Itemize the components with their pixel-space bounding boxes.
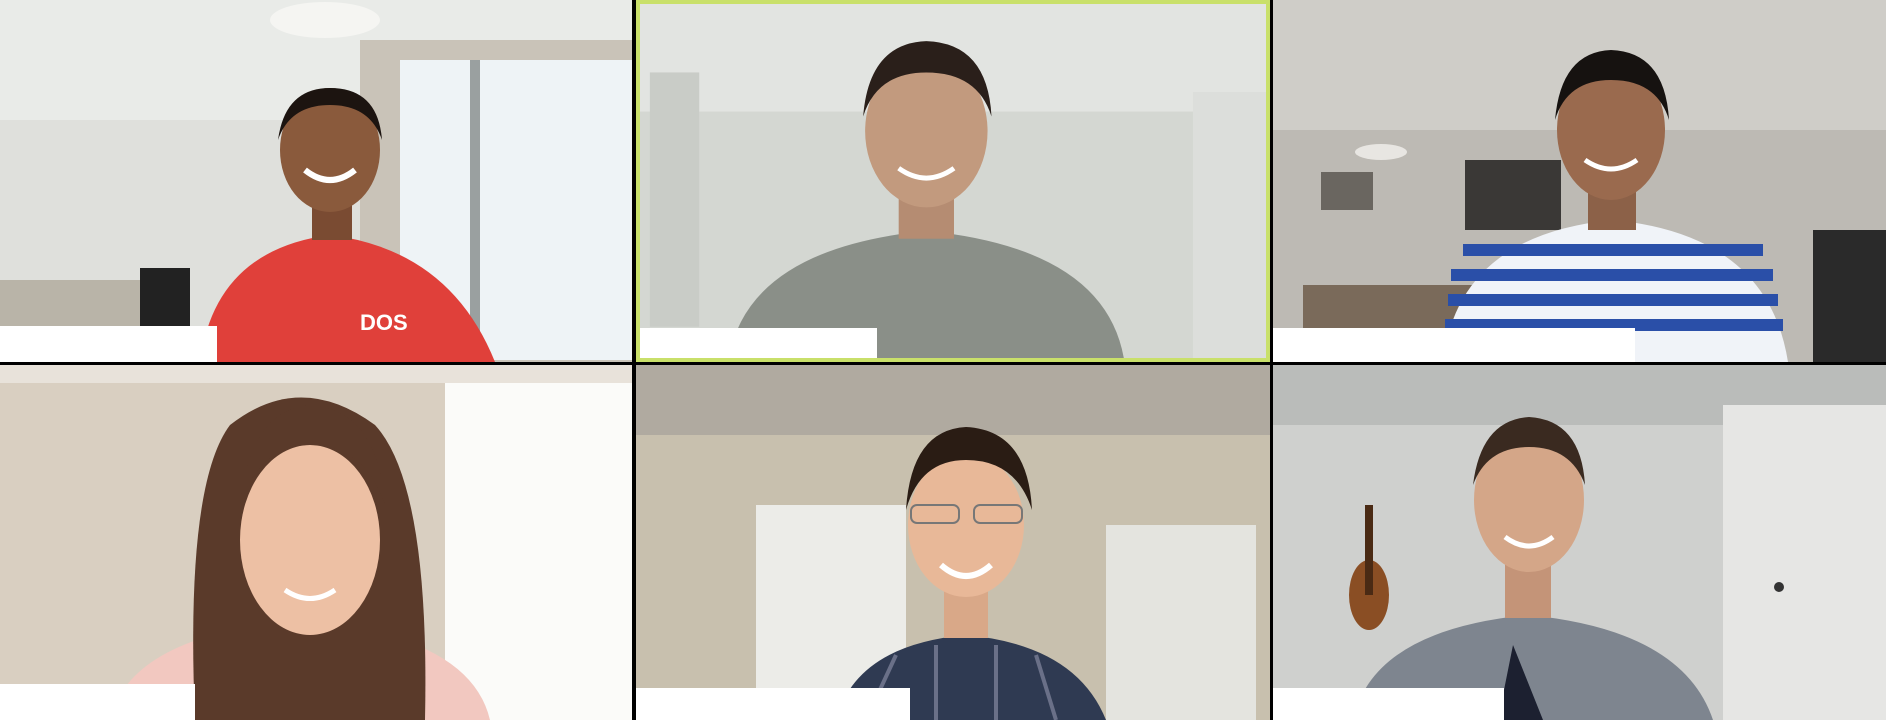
participant-name-label — [0, 326, 217, 362]
participant-video-feed — [1273, 0, 1886, 362]
participant-video-tile-4[interactable] — [0, 365, 632, 720]
participant-video-tile-5[interactable] — [636, 365, 1270, 720]
participant-video-tile-2-active-speaker[interactable] — [636, 0, 1270, 362]
participant-name-label — [1273, 328, 1635, 362]
participant-name-label — [0, 684, 195, 720]
participant-video-feed — [640, 4, 1266, 358]
participant-video-feed — [0, 365, 632, 720]
participant-video-feed: DOS — [0, 0, 632, 362]
participant-video-tile-6[interactable] — [1273, 365, 1886, 720]
participant-name-label — [1273, 688, 1504, 720]
video-gallery: DOS — [0, 0, 1886, 720]
participant-video-feed — [636, 365, 1270, 720]
participant-name-label — [636, 688, 910, 720]
participant-name-label — [640, 328, 877, 358]
participant-video-feed — [1273, 365, 1886, 720]
shirt-logo-text: DOS — [360, 310, 408, 335]
participant-video-tile-3[interactable] — [1273, 0, 1886, 362]
participant-video-tile-1[interactable]: DOS — [0, 0, 632, 362]
